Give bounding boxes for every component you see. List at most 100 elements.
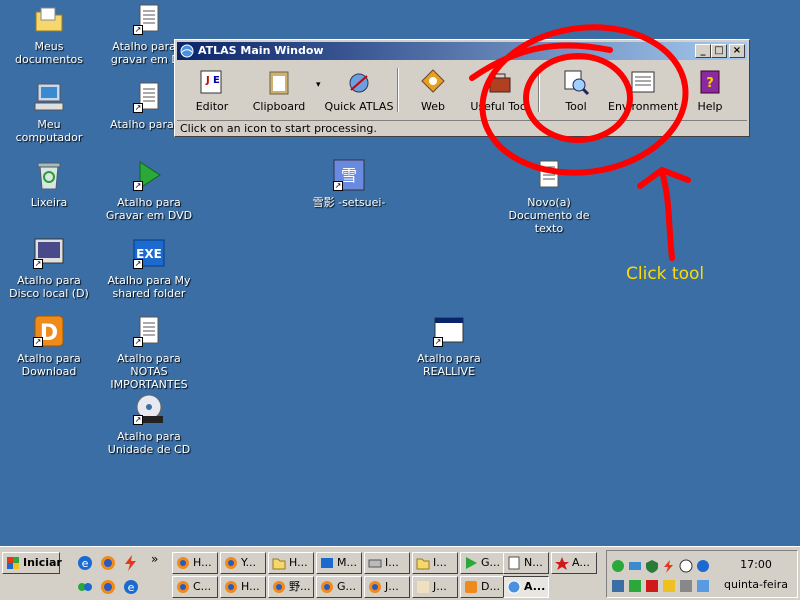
tray-icon[interactable] <box>645 579 659 593</box>
svg-text:e: e <box>82 557 89 570</box>
desktop-icon-recycle-bin[interactable]: Lixeira <box>3 159 95 209</box>
web-icon <box>419 68 447 96</box>
ie-icon[interactable]: e <box>122 578 140 596</box>
environment-button[interactable]: Environment <box>608 68 678 113</box>
computer-icon <box>33 81 65 113</box>
shortcut-arrow-icon: ↗ <box>133 103 143 113</box>
shortcut-arrow-icon: ↗ <box>133 181 143 191</box>
taskbar-button-atlas[interactable]: A... <box>503 576 549 598</box>
desktop-icon-setsuei[interactable]: 雪 ↗ 雪影 -setsuei- <box>303 159 395 209</box>
start-button[interactable]: Iniciar <box>2 552 62 574</box>
desktop-icon-label: Meus documentos <box>15 40 83 66</box>
tool-button[interactable]: Tool <box>541 68 611 113</box>
shortcut-arrow-icon: ↗ <box>133 337 143 347</box>
text-file-icon <box>533 159 565 191</box>
title-bar[interactable]: ATLAS Main Window _ □ × <box>177 42 747 60</box>
taskbar-button[interactable]: G... <box>460 552 506 574</box>
help-label: Help <box>697 100 723 113</box>
lightning-icon[interactable] <box>122 554 140 572</box>
desktop-icon-my-computer[interactable]: Meu computador <box>3 81 95 144</box>
clipboard-button[interactable]: Clipboard <box>244 68 314 113</box>
useful-tool-button[interactable]: Useful Tool <box>465 68 535 113</box>
atlas-main-window: ATLAS Main Window _ □ × JE Editor Clipbo… <box>174 39 750 137</box>
taskbar-button[interactable]: Y... <box>220 552 266 574</box>
taskbar-button-label: H... <box>193 556 212 569</box>
security-icon[interactable] <box>645 559 659 573</box>
atlas-logo-icon <box>180 44 194 58</box>
svg-text:?: ? <box>706 76 714 91</box>
desktop-icon-my-documents[interactable]: Meus documentos <box>3 3 95 66</box>
desktop-icon-label: Atalho para My shared folder <box>107 274 191 300</box>
close-button[interactable]: × <box>729 44 745 58</box>
taskbar-button[interactable]: J... <box>412 576 458 598</box>
shortcut-arrow-icon: ↗ <box>433 337 443 347</box>
minimize-button[interactable]: _ <box>695 44 711 58</box>
desktop-icon-gravar-dvd[interactable]: ↗ Atalho para Gravar em DVD <box>103 159 195 222</box>
web-button[interactable]: Web <box>398 68 468 113</box>
start-label: Iniciar <box>23 556 62 569</box>
taskbar-button[interactable]: J... <box>364 576 410 598</box>
firefox-icon[interactable] <box>99 578 117 596</box>
tray-icon[interactable] <box>696 559 710 573</box>
tray-icon[interactable] <box>611 559 625 573</box>
desktop-icon-notas[interactable]: ↗ Atalho para NOTAS IMPORTANTES <box>103 315 195 391</box>
quick-atlas-button[interactable]: Quick ATLAS <box>324 68 394 113</box>
clipboard-dropdown-arrow[interactable]: ▾ <box>316 80 321 90</box>
shortcut-arrow-icon: ↗ <box>33 337 43 347</box>
taskbar-button-label: A... <box>524 580 546 593</box>
tray-icon[interactable] <box>679 559 693 573</box>
ie-icon[interactable]: e <box>76 554 94 572</box>
atlas-toolbar: JE Editor Clipboard ▾ Quick ATLAS Web Us… <box>177 62 747 118</box>
tray-icon[interactable] <box>611 579 625 593</box>
taskbar-button[interactable]: C... <box>172 576 218 598</box>
taskbar-button[interactable]: H... <box>268 552 314 574</box>
taskbar-button[interactable]: I... <box>364 552 410 574</box>
quick-atlas-icon <box>345 68 373 96</box>
desktop-icon-download[interactable]: D ↗ Atalho para Download <box>3 315 95 378</box>
folder-icon <box>416 556 430 570</box>
cd-rom-icon: ↗ <box>133 393 165 425</box>
taskbar-button[interactable]: A... <box>551 552 597 574</box>
taskbar-button-label: J... <box>385 580 399 593</box>
svg-text:雪: 雪 <box>341 166 357 185</box>
taskbar-button[interactable]: I... <box>412 552 458 574</box>
toolbar-separator <box>538 68 540 112</box>
taskbar-button[interactable]: N... <box>503 552 549 574</box>
taskbar-button[interactable]: H... <box>220 576 266 598</box>
tray-icon[interactable] <box>628 579 642 593</box>
desktop-icon-label: Atalho para Download <box>17 352 81 378</box>
help-button[interactable]: ? Help <box>675 68 745 113</box>
taskbar-button[interactable]: 野... <box>268 576 314 598</box>
desktop-icon-new-text-doc[interactable]: Novo(a) Documento de texto <box>503 159 595 235</box>
taskbar-button[interactable]: M... <box>316 552 362 574</box>
desktop: Meus documentos Meu computador Lixeira ↗… <box>0 0 800 546</box>
taskbar-button[interactable]: G... <box>316 576 362 598</box>
desktop-icon-disk-d[interactable]: ↗ Atalho para Disco local (D) <box>3 237 95 300</box>
lightning-icon[interactable] <box>662 559 676 573</box>
taskbar-button-label: G... <box>337 580 357 593</box>
editor-label: Editor <box>195 100 229 113</box>
tray-icon[interactable] <box>662 579 676 593</box>
tray-icon[interactable] <box>696 579 710 593</box>
desktop-icon-shared-folder[interactable]: EXE ↗ Atalho para My shared folder <box>103 237 195 300</box>
taskbar-button[interactable]: H... <box>172 552 218 574</box>
desktop-icon-label: Novo(a) Documento de texto <box>508 196 590 235</box>
clock[interactable]: 17:00 quinta-feira <box>721 555 791 595</box>
status-bar: Click on an icon to start processing. <box>177 120 747 137</box>
msn-icon[interactable] <box>76 578 94 596</box>
folder-icon <box>272 556 286 570</box>
desktop-icon-label: 雪影 -setsuei- <box>312 196 386 209</box>
useful-tool-label: Useful Tool <box>470 100 530 113</box>
editor-button[interactable]: JE Editor <box>177 68 247 113</box>
maximize-button[interactable]: □ <box>711 44 727 58</box>
tool-label: Tool <box>565 100 587 113</box>
web-label: Web <box>421 100 445 113</box>
desktop-icon-cd-drive[interactable]: ↗ Atalho para Unidade de CD <box>103 393 195 456</box>
tray-icon[interactable] <box>679 579 693 593</box>
quick-launch-more[interactable]: » <box>151 552 158 566</box>
taskbar-button[interactable]: D... <box>460 576 506 598</box>
desktop-icon-reallive[interactable]: ↗ Atalho para REALLIVE <box>403 315 495 378</box>
network-icon[interactable] <box>628 559 642 573</box>
exe-icon: EXE ↗ <box>133 237 165 269</box>
firefox-icon[interactable] <box>99 554 117 572</box>
